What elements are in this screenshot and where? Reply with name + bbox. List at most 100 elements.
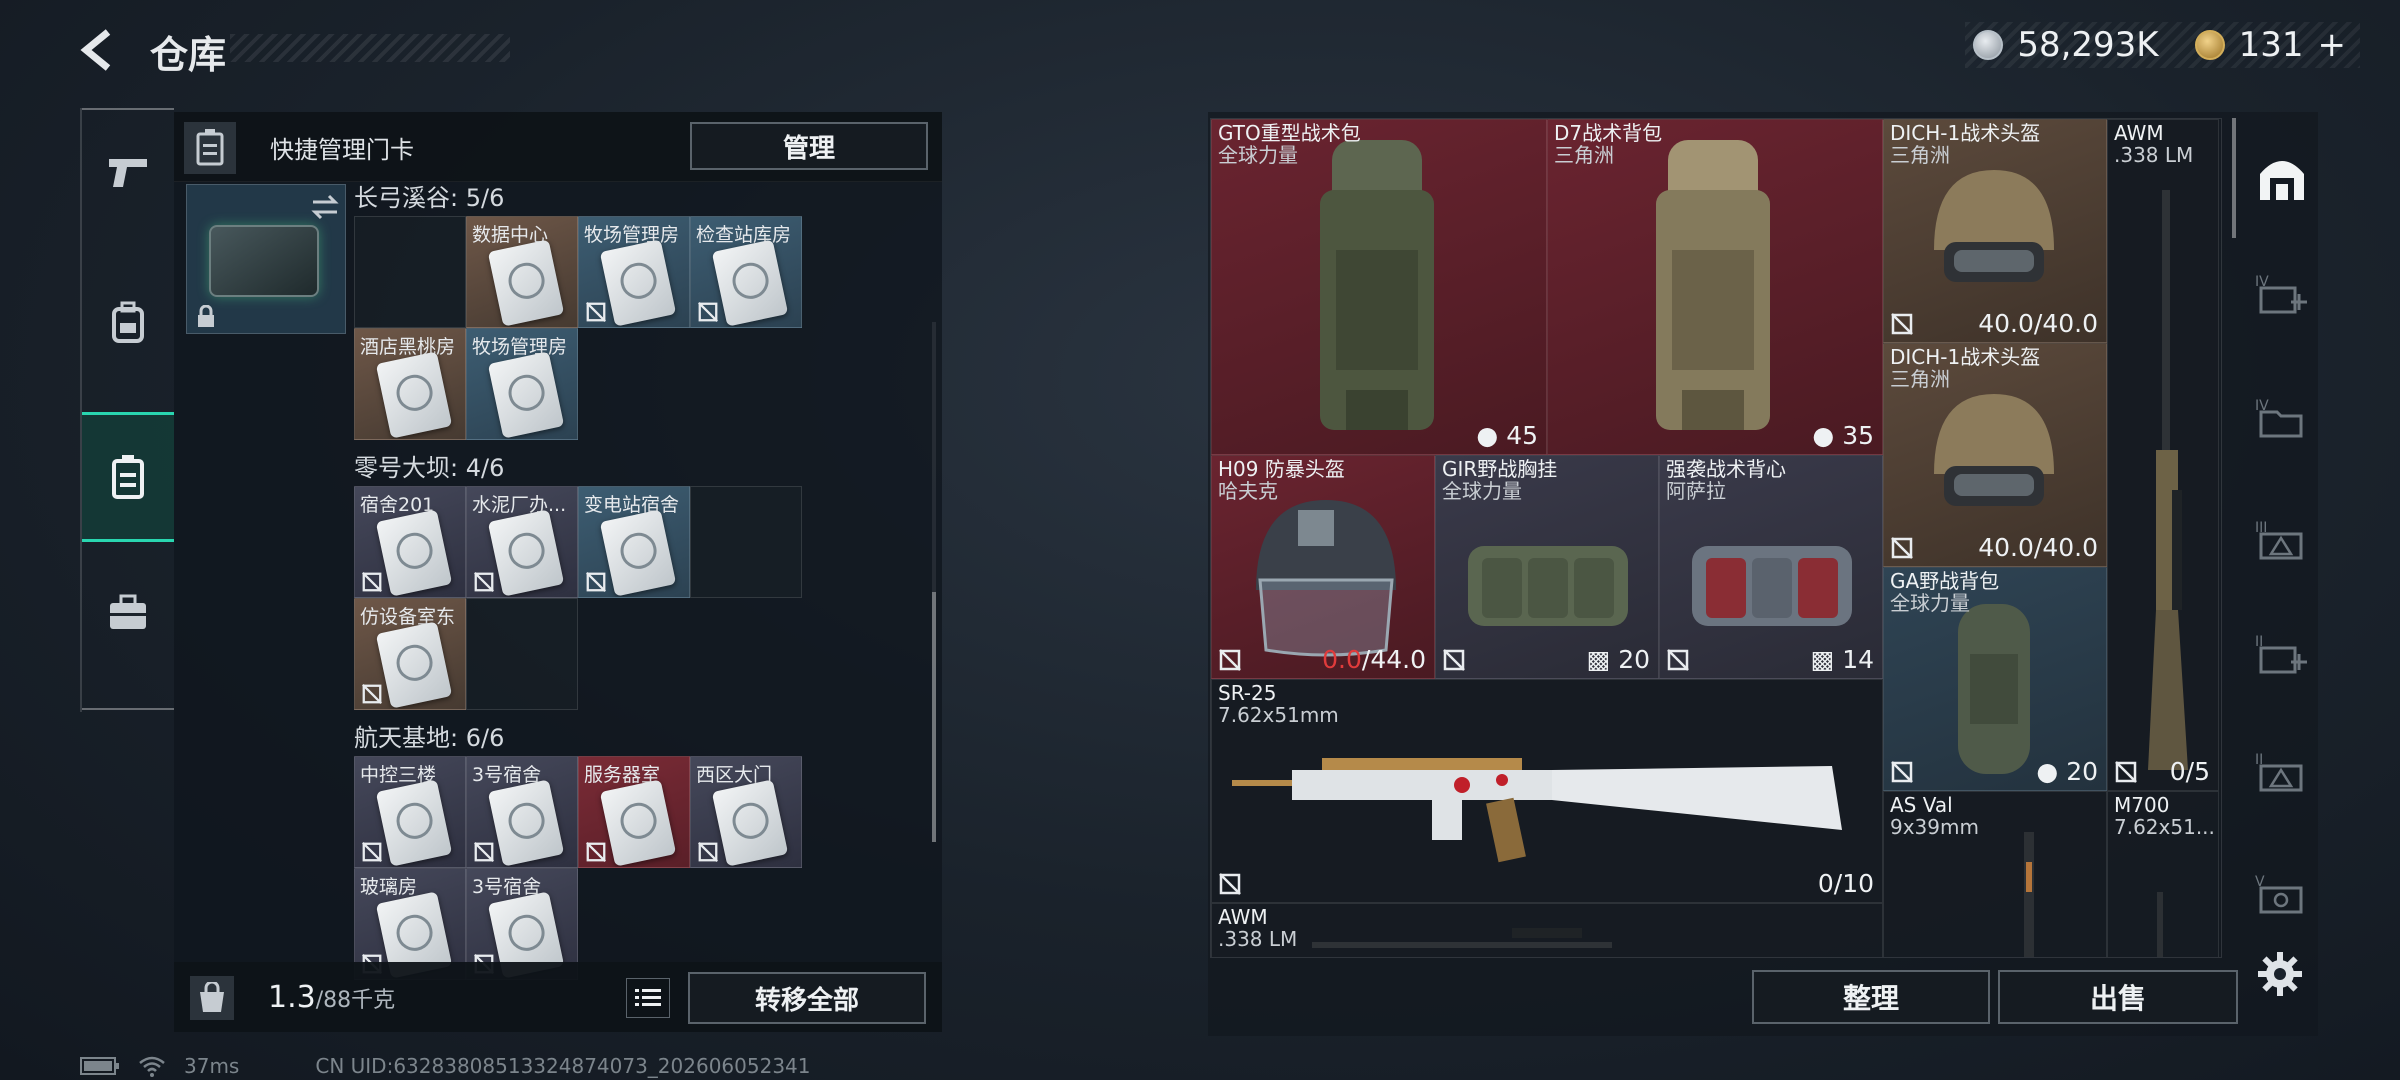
keycard-label: 变电站宿舍 [584,494,680,516]
sniper-rifle-image [1312,928,1612,948]
transfer-all-button[interactable]: 转移全部 [688,972,926,1024]
warehouse-icon [2260,161,2304,200]
nav-equipment[interactable] [82,258,174,388]
stash-tab-1[interactable]: II [2250,740,2314,804]
keycard-image [487,239,565,327]
storage-warning-icon: III [2255,520,2303,560]
keycard-item[interactable]: 检查站库房 [690,216,802,328]
section-title: 长弓溪谷: 5/6 [354,184,505,212]
keycard-item[interactable]: 服务器室 [578,756,690,868]
item-name: DICH-1战术头盔 [1890,121,2041,145]
stash-tab-3[interactable]: III [2250,508,2314,572]
keycard-item[interactable]: 牧场管理房 [466,328,578,440]
side-nav [80,108,174,712]
item-ga-backpack[interactable]: GA野战背包 全球力量 ● 20 [1883,567,2107,791]
item-d7-backpack[interactable]: D7战术背包 三角洲 ● 35 [1547,119,1883,455]
stash-tab-2[interactable]: II [2250,622,2314,686]
keycard-image [599,239,677,327]
item-durability: 40.0/40.0 [1978,533,2098,562]
nav-weapons[interactable] [82,108,174,238]
keycard-item[interactable]: 数据中心 [466,216,578,328]
item-sr25-rifle[interactable]: SR-25 7.62x51mm 0/10 [1211,679,1883,903]
keycard-image [487,509,565,597]
list-view-button[interactable] [626,978,670,1018]
keycard-item[interactable]: 水泥厂办... [466,486,578,598]
stash-tab-4b[interactable]: IV [2250,386,2314,450]
inventory-footer: 1.3/88千克 转移全部 [174,962,942,1032]
keycard-holder-slot[interactable] [186,184,346,334]
sort-button[interactable]: 整理 [1752,970,1990,1024]
stash-tab-5[interactable]: V [2250,862,2314,926]
item-gir-chest-rig[interactable]: GIR野战胸挂 全球力量 ▩ 20 [1435,455,1659,679]
item-capacity: ● 35 [1812,421,1874,450]
keycard-item[interactable]: 西区大门 [690,756,802,868]
item-durability: 0.0/44.0 [1322,645,1426,674]
item-awm-rifle-2[interactable]: AWM .338 LM [1211,903,1883,957]
keycard-panel: 快捷管理门卡 管理 长弓溪谷: 5/6 数据中心 牧场管理房 检查站库房 酒店黑桃房 牧场… [174,112,942,1032]
keycard-image [487,779,565,867]
no-insure-icon [2115,761,2137,783]
stash-scrollbar[interactable] [2232,118,2236,238]
weight-current: 1.3 [268,980,316,1015]
empty-keycard-slot[interactable] [690,486,802,598]
pistol-icon [109,159,147,187]
keycard-image [375,621,453,709]
durability-max: /44.0 [1361,645,1426,674]
item-name: M700 [2114,793,2170,817]
item-faction: 全球力量 [1218,143,1298,167]
keycard-item[interactable]: 中控三楼 [354,756,466,868]
keycard-label: 宿舍201 [360,494,435,516]
quick-manage-bar: 快捷管理门卡 管理 [174,112,942,182]
item-caliber: 7.62x51mm [1218,703,1339,727]
manage-button[interactable]: 管理 [690,122,928,170]
weight-capacity: /88千克 [315,988,396,1013]
keycard-image [375,351,453,439]
stash-tab-4[interactable]: IV [2250,262,2314,326]
swap-icon[interactable] [309,193,341,221]
keycard-item[interactable]: 宿舍201 [354,486,466,598]
item-assault-vest[interactable]: 强袭战术背心 阿萨拉 ▩ 14 [1659,455,1883,679]
stash-main-tab[interactable] [2250,146,2314,210]
keycard-label: 牧场管理房 [472,336,568,358]
keycard-item[interactable]: 牧场管理房 [578,216,690,328]
settings-gear-icon[interactable] [2256,950,2304,998]
keycard-item[interactable]: 3号宿舍 [466,756,578,868]
item-caliber: .338 LM [2114,143,2194,167]
keycard-item[interactable]: 酒店黑桃房 [354,328,466,440]
item-name: DICH-1战术头盔 [1890,345,2041,369]
back-arrow-icon[interactable] [78,28,122,72]
item-name: SR-25 [1218,681,1277,705]
item-name: 强袭战术背心 [1666,457,1786,481]
capacity-icon: ● [1812,421,1843,450]
item-gto-backpack[interactable]: GTO重型战术包 全球力量 ● 45 [1211,119,1547,455]
folder-storage-icon: IV [2255,398,2303,438]
item-name: GTO重型战术包 [1218,121,1361,145]
item-h09-helmet[interactable]: H09 防暴头盔 哈夫克 0.0/44.0 [1211,455,1435,679]
wifi-icon [139,1056,165,1077]
add-currency-button[interactable]: + [2318,25,2347,65]
item-faction: 三角洲 [1890,367,1950,391]
item-name: AS Val [1890,793,1953,817]
keycard-label: 玻璃房 [360,876,418,898]
item-faction: 哈夫克 [1218,479,1278,503]
nav-toolbox[interactable] [82,548,174,678]
vest-icon: ▩ [1810,645,1843,674]
item-awm-rifle[interactable]: AWM .338 LM 0/5 [2107,119,2219,791]
item-dich1-helmet-a[interactable]: DICH-1战术头盔 三角洲 40.0/40.0 [1883,119,2107,343]
vest-icon: ▩ [1586,645,1619,674]
item-asval-rifle[interactable]: AS Val 9x39mm [1883,791,2107,957]
empty-keycard-slot[interactable] [466,598,578,710]
expand-storage-icon: IV [2255,274,2307,314]
keycard-scrollbar-thumb[interactable] [932,592,936,842]
item-name: GIR野战胸挂 [1442,457,1558,481]
nav-keycards[interactable] [82,412,174,542]
empty-keycard-slot[interactable] [354,216,466,328]
quick-manage-label: 快捷管理门卡 [270,136,414,164]
sell-button[interactable]: 出售 [1998,970,2238,1024]
keycard-item[interactable]: 变电站宿舍 [578,486,690,598]
chest-rig-image [1468,546,1628,626]
item-dich1-helmet-b[interactable]: DICH-1战术头盔 三角洲 40.0/40.0 [1883,343,2107,567]
no-insure-icon [698,302,718,322]
item-m700-rifle[interactable]: M700 7.62x51... [2107,791,2219,957]
keycard-item[interactable]: 仿设备室东 [354,598,466,710]
